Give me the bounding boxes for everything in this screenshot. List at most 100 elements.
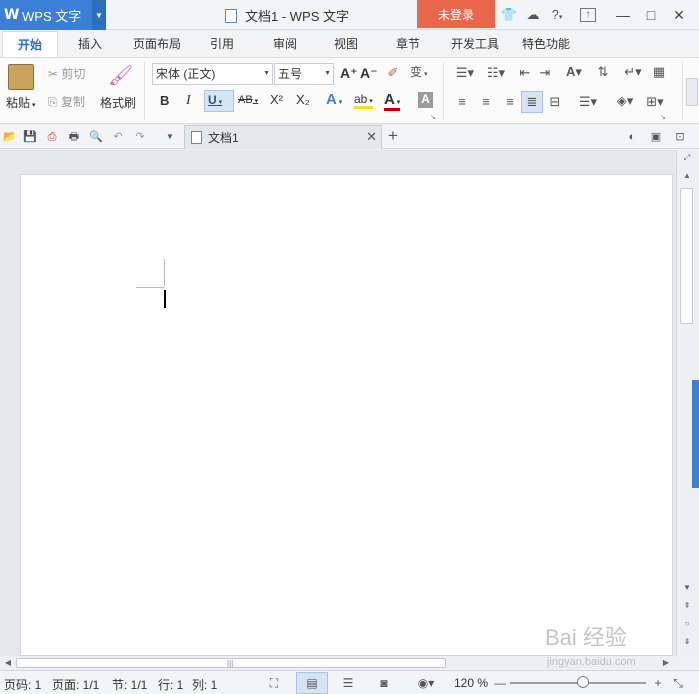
customize-dropdown-icon[interactable]: ▼ [162, 129, 178, 145]
print-icon[interactable]: 🖶 [66, 129, 82, 145]
font-dialog-launcher-icon[interactable]: ↘ [430, 113, 436, 121]
comment-icon[interactable]: ▣ [648, 129, 664, 145]
strikethrough-label: AB [238, 94, 253, 106]
upload-icon[interactable]: ↑ [580, 8, 596, 22]
undo-icon[interactable]: ↶ [110, 129, 126, 145]
document-canvas[interactable] [0, 150, 676, 656]
character-shading-button[interactable]: A [418, 92, 433, 108]
shrink-font-button[interactable]: A⁻ [360, 65, 378, 82]
format-painter-button[interactable]: 格式刷 [100, 94, 136, 111]
document-tab[interactable]: 文档1 ✕ [184, 125, 382, 149]
previous-page-icon[interactable]: ⇞ [681, 600, 693, 612]
expand-icon[interactable]: ⤢ [681, 152, 693, 164]
settings-panel-icon[interactable]: ⊡ [672, 129, 688, 145]
document-page[interactable] [20, 174, 673, 656]
tab-sections[interactable]: 章节 [388, 31, 428, 57]
superscript-button[interactable]: X² [270, 92, 283, 107]
zoom-out-icon[interactable]: — [492, 675, 508, 691]
phonetic-button[interactable]: 变 ▾ [410, 63, 427, 80]
horizontal-scroll-thumb[interactable]: ||| [16, 658, 446, 668]
distributed-icon[interactable]: ⊟ [546, 94, 564, 110]
format-painter-icon[interactable]: 🖌 [108, 64, 133, 88]
fill-color-icon[interactable]: ◈▾ [610, 93, 640, 109]
grip-icon: ||| [227, 659, 234, 668]
copy-button[interactable]: ⎘ 复制 [48, 93, 85, 110]
paragraph-mark-icon[interactable]: ↵▾ [622, 64, 644, 80]
chevron-down-icon[interactable]: ▼ [92, 0, 106, 30]
divider [144, 62, 145, 120]
help-label: ? [551, 7, 559, 22]
redo-icon[interactable]: ↷ [132, 129, 148, 145]
fit-page-icon[interactable]: ⤡ [670, 675, 686, 691]
align-left-icon[interactable]: ≡ [454, 94, 470, 109]
skin-icon[interactable]: 👕 [500, 6, 518, 24]
highlight-button[interactable]: ab ▾ [354, 92, 373, 109]
zoom-slider-handle[interactable] [577, 676, 589, 688]
eye-protection-icon[interactable]: ◉▾ [414, 675, 438, 691]
align-center-icon[interactable]: ≡ [478, 94, 494, 109]
clear-format-icon[interactable]: ✐ [384, 65, 402, 81]
paste-icon[interactable] [8, 64, 34, 90]
full-screen-icon[interactable]: ⛶ [266, 675, 282, 691]
help-icon[interactable]: ?▾ [546, 6, 568, 24]
status-page[interactable]: 页面: 1/1 [52, 676, 99, 693]
align-right-icon[interactable]: ≡ [502, 94, 518, 109]
font-name-select[interactable]: 宋体 (正文) ▼ [152, 63, 273, 85]
text-effect-label: A [326, 91, 337, 108]
export-pdf-icon[interactable]: ⎙ [44, 129, 60, 145]
scroll-up-icon[interactable]: ▲ [681, 170, 693, 182]
watermark-url: jingyan.baidu.com [547, 656, 636, 668]
tab-view[interactable]: 视图 [326, 31, 366, 57]
tab-developer[interactable]: 开发工具 [446, 31, 504, 57]
tab-page-layout[interactable]: 页面布局 [128, 31, 186, 57]
paste-button[interactable]: 粘贴 ▾ [6, 94, 35, 111]
scroll-left-icon[interactable]: ◀ [2, 657, 14, 669]
side-panel-toggle[interactable] [692, 380, 699, 488]
new-tab-icon[interactable]: + [388, 126, 398, 146]
tab-special-features[interactable]: 特色功能 [516, 31, 576, 57]
sort-icon[interactable]: ⇅ [594, 64, 612, 80]
copy-label: 复制 [60, 95, 85, 109]
save-icon[interactable]: 💾 [22, 129, 38, 145]
print-preview-icon[interactable]: 🔍 [88, 129, 104, 145]
italic-button[interactable]: I [186, 93, 191, 109]
feedback-icon[interactable]: ☁ [524, 6, 542, 24]
strikethrough-button[interactable]: AB ▾ [238, 94, 258, 106]
web-view-icon[interactable]: ◙ [376, 675, 392, 691]
cut-button[interactable]: ✂ 剪切 [48, 65, 85, 82]
font-size-select[interactable]: 五号 ▼ [274, 63, 334, 85]
tab-home[interactable]: 开始 [2, 31, 58, 57]
zoom-in-icon[interactable]: + [650, 675, 666, 691]
line-spacing-icon[interactable]: ☰▾ [574, 94, 602, 110]
maximize-icon[interactable]: □ [640, 4, 662, 26]
login-button[interactable]: 未登录 [417, 0, 495, 28]
app-menu-button[interactable]: W WPS 文字 ▼ [0, 0, 106, 30]
ribbon-more-button[interactable] [686, 78, 698, 106]
increase-indent-icon[interactable]: ⇥ [536, 65, 554, 81]
table-grid-icon[interactable]: ▦ [650, 64, 668, 80]
zoom-level[interactable]: 120 % [454, 676, 488, 690]
bullets-icon[interactable]: ☰▾ [452, 65, 478, 81]
cut-label: 剪切 [61, 67, 86, 81]
bold-button[interactable]: B [160, 93, 169, 108]
tab-review[interactable]: 审阅 [265, 31, 305, 57]
decrease-indent-icon[interactable]: ⇤ [516, 65, 534, 81]
tab-insert[interactable]: 插入 [70, 31, 110, 57]
close-tab-icon[interactable]: ✕ [366, 129, 377, 145]
font-color-button[interactable]: A ▾ [384, 91, 401, 111]
close-icon[interactable]: ✕ [668, 4, 690, 26]
tab-references[interactable]: 引用 [202, 31, 242, 57]
text-direction-icon[interactable]: A▾ [562, 64, 586, 80]
vertical-scroll-thumb[interactable] [680, 188, 693, 324]
subscript-button[interactable]: X₂ [296, 92, 310, 107]
grow-font-button[interactable]: A⁺ [340, 65, 358, 82]
open-icon[interactable]: 📂 [2, 129, 18, 145]
text-effect-button[interactable]: A ▾ [326, 91, 342, 108]
paragraph-dialog-launcher-icon[interactable]: ↘ [660, 113, 666, 121]
border-icon[interactable]: ⊞▾ [642, 94, 668, 110]
scroll-down-icon[interactable]: ▼ [681, 582, 693, 594]
reading-mode-icon[interactable]: ◐ [624, 129, 640, 145]
outline-view-icon[interactable]: ☰ [340, 675, 356, 691]
minimize-icon[interactable]: — [612, 4, 634, 26]
numbering-icon[interactable]: ☷▾ [482, 65, 510, 81]
